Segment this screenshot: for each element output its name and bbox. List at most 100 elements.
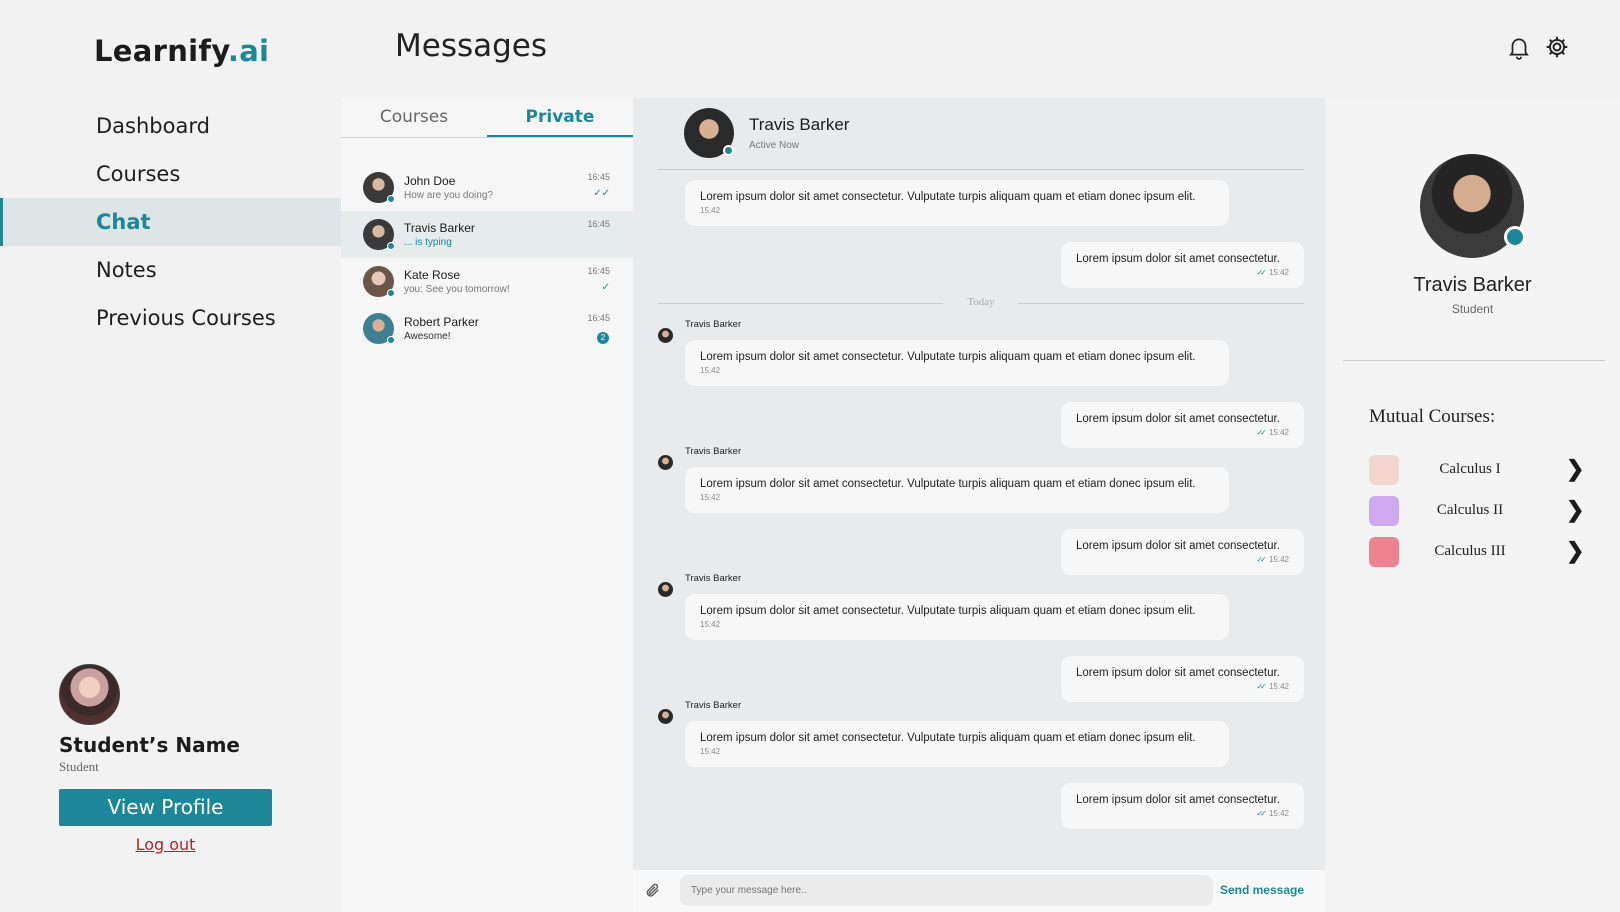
gear-icon[interactable] <box>1544 34 1570 60</box>
message-time: 15:42 <box>700 493 721 502</box>
contact-role: Student <box>1451 302 1494 316</box>
sender-avatar <box>658 328 673 343</box>
message-text: Lorem ipsum dolor sit amet consectetur. … <box>700 732 1196 744</box>
tab-courses[interactable]: Courses <box>341 98 487 137</box>
conversation-name: Robert Parker <box>404 315 479 329</box>
user-profile-card: Student’s Name Student View Profile Log … <box>59 664 289 854</box>
message-text: Lorem ipsum dolor sit amet consectetur. … <box>700 351 1196 363</box>
contact-name: Travis Barker <box>749 115 850 134</box>
conversation-item-robert-parker[interactable]: Robert Parker Awesome! 16:45 2 <box>341 305 633 352</box>
chat-panel: Travis Barker Active Now Lorem ipsum dol… <box>633 98 1325 912</box>
contact-avatar[interactable] <box>684 108 734 158</box>
message-text: Lorem ipsum dolor sit amet consectetur. <box>1076 253 1280 265</box>
mutual-course-item[interactable]: Calculus III ❯ <box>1369 537 1584 567</box>
day-divider-label: Today <box>967 296 995 308</box>
sidebar-nav: Dashboard Courses Chat Notes Previous Co… <box>0 102 341 342</box>
message-time: 15:42 <box>700 366 721 375</box>
conversation-time: 16:45 <box>587 313 610 323</box>
course-thumbnail <box>1369 496 1399 526</box>
conversation-time: 16:45 <box>587 172 610 182</box>
read-status-icon: ✓ <box>601 282 610 293</box>
sidebar-item-previous-courses[interactable]: Previous Courses <box>0 294 341 342</box>
conversation-time: 16:45 <box>587 266 610 276</box>
course-name: Calculus III <box>1434 543 1506 559</box>
tab-private[interactable]: Private <box>487 98 633 137</box>
sidebar-item-dashboard[interactable]: Dashboard <box>0 102 341 150</box>
conversation-name: Travis Barker <box>404 221 475 235</box>
message-incoming: Lorem ipsum dolor sit amet consectetur. … <box>685 467 1229 513</box>
avatar <box>363 172 395 203</box>
sender-name: Travis Barker <box>685 319 742 330</box>
message-text: Lorem ipsum dolor sit amet consectetur. <box>1076 667 1280 679</box>
message-text: Lorem ipsum dolor sit amet consectetur. <box>1076 413 1280 425</box>
online-indicator <box>723 145 734 156</box>
attachment-icon[interactable] <box>645 882 661 898</box>
chevron-right-icon[interactable]: ❯ <box>1566 498 1584 522</box>
online-indicator <box>387 289 395 297</box>
conversation-preview: you: See you tomorrow! <box>404 284 510 295</box>
message-incoming: Lorem ipsum dolor sit amet consectetur. … <box>685 594 1229 640</box>
page-title: Messages <box>395 28 548 64</box>
message-text: Lorem ipsum dolor sit amet consectetur. … <box>700 478 1196 490</box>
sidebar-item-courses[interactable]: Courses <box>0 150 341 198</box>
message-text: Lorem ipsum dolor sit amet consectetur. <box>1076 794 1280 806</box>
user-avatar[interactable] <box>59 664 120 725</box>
chat-header: Travis Barker Active Now <box>658 108 1304 170</box>
logo-suffix: .ai <box>227 34 270 68</box>
conversation-item-kate-rose[interactable]: Kate Rose you: See you tomorrow! 16:45 ✓ <box>341 258 633 305</box>
contact-details-panel: Travis Barker Student Mutual Courses: Ca… <box>1325 98 1620 912</box>
message-incoming: Lorem ipsum dolor sit amet consectetur. … <box>685 340 1229 386</box>
online-indicator <box>387 336 395 344</box>
read-status-icon: ✓✓ <box>593 188 610 199</box>
message-incoming: Lorem ipsum dolor sit amet consectetur. … <box>685 721 1229 767</box>
conversation-item-john-doe[interactable]: John Doe How are you doing? 16:45 ✓✓ <box>341 164 633 211</box>
message-text: Lorem ipsum dolor sit amet consectetur. … <box>700 191 1196 203</box>
contact-name: Travis Barker <box>1413 274 1532 296</box>
sidebar-item-notes[interactable]: Notes <box>0 246 341 294</box>
online-indicator <box>387 195 395 203</box>
conversation-preview: How are you doing? <box>404 190 493 201</box>
message-text: Lorem ipsum dolor sit amet consectetur. <box>1076 540 1280 552</box>
app-logo[interactable]: Learnify.ai <box>94 34 269 68</box>
sender-avatar <box>658 709 673 724</box>
conversation-tabs: Courses Private <box>341 98 633 138</box>
logout-link[interactable]: Log out <box>59 835 272 854</box>
message-text: Lorem ipsum dolor sit amet consectetur. … <box>700 605 1196 617</box>
mutual-course-item[interactable]: Calculus I ❯ <box>1369 455 1584 485</box>
app-window: Learnify.ai Dashboard Courses Chat Notes… <box>0 0 1620 912</box>
send-message-button[interactable]: Send message <box>1220 883 1304 897</box>
avatar <box>363 266 395 297</box>
chevron-right-icon[interactable]: ❯ <box>1566 539 1584 563</box>
online-indicator <box>1504 226 1526 248</box>
conversation-item-travis-barker[interactable]: Travis Barker ... is typing 16:45 <box>341 211 633 258</box>
mutual-course-item[interactable]: Calculus II ❯ <box>1369 496 1584 526</box>
message-time: 15:42 <box>1076 268 1289 277</box>
online-indicator <box>387 242 395 250</box>
course-name: Calculus II <box>1436 502 1504 518</box>
message-time: 15:42 <box>700 620 721 629</box>
sender-name: Travis Barker <box>685 446 742 457</box>
message-outgoing: Lorem ipsum dolor sit amet consectetur. 1… <box>1061 242 1304 288</box>
sender-name: Travis Barker <box>685 573 742 584</box>
unread-badge: 2 <box>597 332 609 344</box>
contact-avatar-large <box>1420 154 1526 258</box>
message-time: 15:42 <box>700 747 721 756</box>
view-profile-button[interactable]: View Profile <box>59 789 272 826</box>
message-outgoing: Lorem ipsum dolor sit amet consectetur. 1… <box>1061 656 1304 702</box>
logo-text: Learnify <box>94 34 228 68</box>
avatar <box>363 219 395 250</box>
divider-line <box>1018 303 1304 304</box>
conversation-name: John Doe <box>404 174 456 188</box>
sidebar-item-chat[interactable]: Chat <box>0 198 341 246</box>
bell-icon[interactable] <box>1506 34 1532 60</box>
day-divider: Today <box>658 296 1304 310</box>
conversation-name: Kate Rose <box>404 268 461 282</box>
message-outgoing: Lorem ipsum dolor sit amet consectetur. 1… <box>1061 402 1304 448</box>
sender-avatar <box>658 455 673 470</box>
message-input[interactable] <box>680 875 1213 906</box>
course-thumbnail <box>1369 455 1399 485</box>
course-name: Calculus I <box>1439 461 1501 477</box>
chevron-right-icon[interactable]: ❯ <box>1566 457 1584 481</box>
contact-status: Active Now <box>749 140 800 151</box>
message-time: 15:42 <box>1076 555 1289 564</box>
